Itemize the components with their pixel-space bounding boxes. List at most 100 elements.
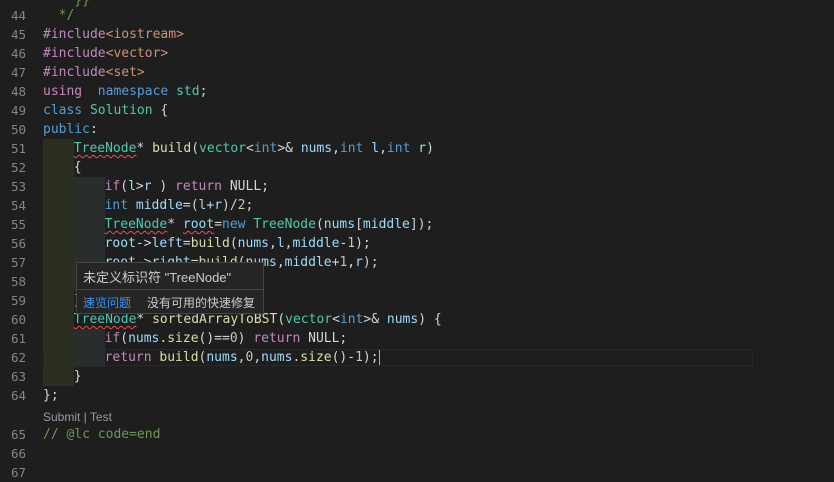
line-number: 49 — [10, 103, 26, 118]
code-token: r — [214, 198, 223, 213]
code-token: ) — [237, 331, 254, 346]
code-token: ( — [120, 179, 129, 194]
line-number: 64 — [10, 388, 26, 403]
code-line[interactable]: 44 */ — [0, 6, 834, 25]
code-token: left — [151, 236, 183, 251]
code-token: : — [89, 122, 98, 137]
code-text[interactable]: TreeNode* root=new TreeNode(nums[middle]… — [105, 215, 434, 234]
line-number: 47 — [10, 65, 26, 80]
code-token: , — [332, 141, 340, 156]
code-token: <vector> — [105, 46, 169, 61]
line-number: 62 — [10, 350, 26, 365]
code-text[interactable]: if(nums.size()==0) return NULL; — [105, 329, 348, 348]
code-text[interactable]: */ — [43, 6, 75, 25]
code-text[interactable]: #include<iostream> — [43, 25, 184, 44]
code-token: size — [167, 331, 199, 346]
code-token: public — [43, 122, 90, 137]
code-token: Solution — [89, 103, 153, 118]
code-token: <iostream> — [105, 27, 184, 42]
code-text[interactable]: // @lc code=end — [43, 425, 160, 444]
indent-guide — [73, 329, 105, 348]
code-text[interactable]: using namespace std; — [43, 82, 207, 101]
code-text[interactable]: { — [74, 158, 82, 177]
code-line[interactable]: 46 #include<vector> — [0, 44, 834, 63]
indent-guide — [43, 139, 74, 158]
code-line[interactable]: 67 — [0, 463, 834, 482]
code-text[interactable]: class Solution { — [43, 101, 168, 120]
line-number: 54 — [10, 198, 26, 213]
code-token: std — [176, 84, 200, 99]
code-token: namespace — [97, 84, 169, 99]
code-token: > — [135, 179, 144, 194]
line-number: 58 — [10, 274, 26, 289]
line-number: 61 — [10, 331, 26, 346]
code-token: ); — [355, 236, 371, 251]
code-line[interactable]: 50 public: — [0, 120, 834, 139]
indent-guide — [43, 291, 74, 310]
code-text[interactable]: } — [74, 367, 82, 386]
code-text[interactable]: root->left=build(nums,l,middle-1); — [105, 234, 371, 253]
code-text[interactable]: #include<vector> — [43, 44, 168, 63]
code-text[interactable]: return build(nums,0,nums.size()-1); — [105, 348, 380, 367]
code-token: TreeNode — [253, 217, 316, 232]
code-token: 0 — [229, 331, 238, 346]
code-token: + — [206, 198, 215, 213]
code-token: ( — [229, 236, 238, 251]
code-token: root — [104, 236, 136, 251]
line-number: 52 — [10, 160, 26, 175]
code-text[interactable]: if(l>r ) return NULL; — [105, 177, 269, 196]
code-text[interactable]: #include<set> — [43, 63, 145, 82]
code-token: if — [104, 331, 121, 346]
code-token: build — [152, 141, 192, 156]
hover-divider — [77, 289, 263, 290]
code-token: root — [182, 217, 215, 232]
code-line[interactable]: 56 root->left=build(nums,l,middle-1); — [0, 234, 834, 253]
line-number: 67 — [10, 465, 26, 480]
line-number: 50 — [10, 122, 26, 137]
code-line[interactable]: 47 #include<set> — [0, 63, 834, 82]
peek-problem-link[interactable]: 速览问题 — [83, 294, 131, 311]
code-token: , — [379, 141, 387, 156]
code-line[interactable]: 65 // @lc code=end — [0, 425, 834, 444]
text-cursor — [378, 350, 380, 365]
code-text[interactable]: TreeNode* build(vector<int>& nums,int l,… — [74, 139, 434, 158]
code-line[interactable]: 62 return build(nums,0,nums.size()-1); — [0, 348, 834, 367]
code-text[interactable]: }; — [43, 386, 59, 405]
code-text[interactable]: int middle=(l+r)/2; — [105, 196, 254, 215]
code-token: * — [167, 217, 183, 232]
code-line[interactable]: 52 { — [0, 158, 834, 177]
line-number: 65 — [10, 427, 26, 442]
code-token: nums — [323, 217, 356, 232]
code-token: ) — [426, 141, 434, 156]
code-token: r — [418, 141, 427, 156]
code-editor[interactable]: }} 44 */45 #include<iostream> 46 #include<v… — [0, 0, 834, 482]
code-token: ( — [120, 331, 129, 346]
code-line[interactable]: 49 class Solution { — [0, 101, 834, 120]
code-line[interactable]: 66 — [0, 444, 834, 463]
code-line[interactable]: 48 using namespace std; — [0, 82, 834, 101]
code-token: =( — [182, 198, 199, 213]
line-number: 57 — [10, 255, 26, 270]
code-line[interactable]: 63} — [0, 367, 834, 386]
code-line[interactable]: 64}; — [0, 386, 834, 405]
code-token: int — [104, 198, 129, 213]
code-token: ( — [277, 312, 286, 327]
code-token: return — [175, 179, 223, 194]
code-token: TreeNode — [104, 217, 168, 232]
code-line[interactable]: 53 if(l>r ) return NULL; — [0, 177, 834, 196]
code-token: TreeNode — [73, 141, 137, 156]
line-number: 53 — [10, 179, 26, 194]
code-token: ); — [362, 350, 379, 365]
code-token: int — [339, 312, 364, 327]
code-text[interactable]: public: — [43, 120, 98, 139]
code-token: { — [152, 103, 169, 118]
code-line[interactable]: 61 if(nums.size()==0) return NULL; — [0, 329, 834, 348]
indent-guide — [43, 196, 74, 215]
code-line[interactable]: 54 int middle=(l+r)/2; — [0, 196, 834, 215]
code-line[interactable]: 45 #include<iostream> — [0, 25, 834, 44]
line-number: 45 — [10, 27, 26, 42]
code-line[interactable]: 55 TreeNode* root=new TreeNode(nums[middl… — [0, 215, 834, 234]
code-line[interactable]: 51 TreeNode* build(vector<int>& nums,int … — [0, 139, 834, 158]
code-token: { — [73, 160, 82, 175]
